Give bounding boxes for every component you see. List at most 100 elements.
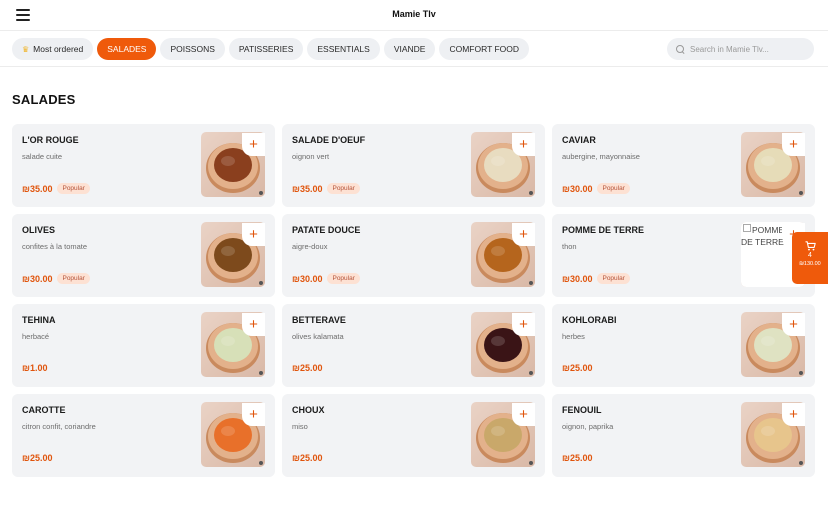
item-name: TEHINA [22,315,56,325]
popular-badge: Popular [57,273,90,284]
category-pill-salades[interactable]: SALADES [97,38,157,60]
item-footer: ₪25.00 [22,453,52,463]
item-price: ₪30.00 [562,273,593,284]
item-description: miso [292,422,308,431]
item-description: citron confit, coriandre [22,422,96,431]
item-name: KOHLORABI [562,315,617,325]
item-price: ₪1.00 [22,363,48,373]
cart-button[interactable]: 4 ₪130.00 [792,232,828,284]
add-to-cart-plus-icon[interactable]: + [512,403,535,426]
item-description: herbes [562,332,585,341]
search-input[interactable] [690,44,805,54]
popular-badge: Popular [597,183,630,194]
menu-item-card[interactable]: KOHLORABI herbes ₪25.00 + [552,304,815,387]
menu-item-card[interactable]: SALADE D'OEUF oignon vert ₪35.00 Popular + [282,124,545,207]
item-footer: ₪25.00 [562,453,592,463]
add-to-cart-plus-icon[interactable]: + [512,133,535,156]
category-pill-comfort-food[interactable]: COMFORT FOOD [439,38,530,60]
category-pill-label: SALADES [107,44,147,54]
item-description: thon [562,242,577,251]
add-to-cart-plus-icon[interactable]: + [782,403,805,426]
item-footer: ₪1.00 [22,363,47,373]
category-pills: ♛ Most ordered SALADES POISSONS PATISSERIES E… [12,38,530,60]
popular-badge: Popular [57,183,90,194]
add-to-cart-plus-icon[interactable]: + [242,133,265,156]
item-description: olives kalamata [292,332,344,341]
item-name: CHOUX [292,405,325,415]
item-footer: ₪25.00 [562,363,592,373]
popular-badge: Popular [597,273,630,284]
item-footer: ₪25.00 [292,453,322,463]
category-pill-label: Most ordered [33,44,84,54]
menu-item-card[interactable]: CAROTTE citron confit, coriandre ₪25.00 + [12,394,275,477]
search-box[interactable] [667,38,814,60]
item-description: confites à la tomate [22,242,88,251]
item-footer: ₪25.00 [292,363,322,373]
item-footer: ₪30.00 Popular [562,183,630,194]
cart-count: 4 [808,252,812,259]
item-price: ₪30.00 [22,273,53,284]
item-name: OLIVES [22,225,56,235]
item-price: ₪25.00 [562,363,593,373]
category-pill-patisseries[interactable]: PATISSERIES [228,38,304,60]
item-price: ₪25.00 [292,453,323,463]
menu-grid: L'OR ROUGE salade cuite ₪35.00 Popular + SALA… [12,124,815,477]
item-description: aubergine, mayonnaise [562,152,640,161]
popular-badge: Popular [327,273,360,284]
item-description: aigre-doux [292,242,328,251]
crown-icon: ♛ [22,44,30,54]
category-pill-label: ESSENTIALS [317,44,370,54]
item-price: ₪25.00 [22,453,53,463]
top-bar: Mamie Tlv [0,0,828,31]
category-pill-essentials[interactable]: ESSENTIALS [307,38,380,60]
add-to-cart-plus-icon[interactable]: + [782,133,805,156]
item-price: ₪30.00 [562,183,593,194]
item-footer: ₪35.00 Popular [292,183,360,194]
menu-item-card[interactable]: FENOUIL oignon, paprika ₪25.00 + [552,394,815,477]
popular-badge: Popular [327,183,360,194]
section-title: SALADES [12,92,76,107]
category-pill-viande[interactable]: VIANDE [383,38,436,60]
menu-item-card[interactable]: CHOUX miso ₪25.00 + [282,394,545,477]
item-footer: ₪30.00 Popular [292,273,360,284]
menu-item-card[interactable]: POMME DE TERRE thon ₪30.00 Popular POMME DE … [552,214,815,297]
item-description: oignon vert [292,152,330,161]
item-name: PATATE DOUCE [292,225,361,235]
add-to-cart-plus-icon[interactable]: + [242,403,265,426]
add-to-cart-plus-icon[interactable]: + [512,313,535,336]
add-to-cart-plus-icon[interactable]: + [242,313,265,336]
item-price: ₪35.00 [292,183,323,194]
item-name: CAVIAR [562,135,596,145]
item-footer: ₪35.00 Popular [22,183,90,194]
menu-item-card[interactable]: L'OR ROUGE salade cuite ₪35.00 Popular + [12,124,275,207]
cart-total: ₪130.00 [799,261,821,267]
cart-icon [805,241,816,251]
item-description: herbacé [22,332,50,341]
item-price: ₪35.00 [22,183,53,194]
item-price: ₪25.00 [292,363,323,373]
menu-item-card[interactable]: CAVIAR aubergine, mayonnaise ₪30.00 Popular… [552,124,815,207]
add-to-cart-plus-icon[interactable]: + [512,223,535,246]
search-icon [676,44,685,54]
item-description: salade cuite [22,152,63,161]
add-to-cart-plus-icon[interactable]: + [242,223,265,246]
menu-item-card[interactable]: OLIVES confites à la tomate ₪30.00 Popular + [12,214,275,297]
item-name: FENOUIL [562,405,602,415]
item-price: ₪30.00 [292,273,323,284]
menu-item-card[interactable]: BETTERAVE olives kalamata ₪25.00 + [282,304,545,387]
menu-item-card[interactable]: TEHINA herbacé ₪1.00 + [12,304,275,387]
item-name: L'OR ROUGE [22,135,79,145]
category-pill-most-ordered[interactable]: ♛ Most ordered [12,38,94,60]
category-pill-poissons[interactable]: POISSONS [160,38,225,60]
category-pill-label: VIANDE [393,44,426,54]
item-name: SALADE D'OEUF [292,135,366,145]
menu-item-card[interactable]: PATATE DOUCE aigre-doux ₪30.00 Popular + [282,214,545,297]
add-to-cart-plus-icon[interactable]: + [782,313,805,336]
item-description: oignon, paprika [562,422,614,431]
item-name: POMME DE TERRE [562,225,645,235]
item-footer: ₪30.00 Popular [562,273,630,284]
category-pill-label: PATISSERIES [238,44,294,54]
category-bar: ♛ Most ordered SALADES POISSONS PATISSERIES E… [0,31,828,67]
app-title: Mamie Tlv [392,9,436,19]
item-name: CAROTTE [22,405,66,415]
